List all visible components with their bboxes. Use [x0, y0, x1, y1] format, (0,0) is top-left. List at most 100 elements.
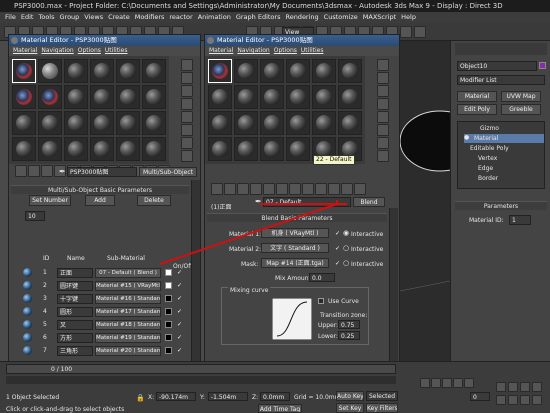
row-color-swatch[interactable] [165, 321, 172, 328]
timeline-ruler[interactable] [6, 376, 396, 384]
modifier-list-dropdown[interactable]: Modifier List [457, 75, 545, 85]
menu-maxscript[interactable]: MAXScript [363, 13, 396, 21]
viewport-nav-icon[interactable] [508, 395, 518, 405]
viewport-nav-icon[interactable] [508, 382, 518, 392]
side-tool-icon[interactable] [181, 59, 193, 71]
sample-slot[interactable] [142, 85, 166, 109]
set-number-button[interactable]: Set Number [29, 195, 71, 206]
material-name-field-left[interactable]: PSP3000贴图 [67, 167, 137, 177]
stack-item-border[interactable]: Border [478, 175, 498, 182]
row-name-field[interactable]: 叉 [57, 320, 93, 330]
menu-navigation[interactable]: Navigation [237, 47, 269, 54]
sample-slot[interactable] [38, 111, 62, 135]
viewport-nav-icon[interactable] [496, 395, 506, 405]
material-type-button-right[interactable]: Blend [353, 197, 385, 207]
bottom-tool-icon[interactable] [15, 165, 27, 177]
sample-slot[interactable] [64, 111, 88, 135]
row-sub-material-button[interactable]: Material #20 ( Standard ) [95, 346, 161, 356]
row-onoff-checkbox[interactable]: ✓ [177, 335, 183, 341]
sample-slot[interactable] [338, 111, 362, 135]
viewport-nav-icon[interactable] [520, 395, 530, 405]
material-type-button-left[interactable]: Multi/Sub-Object [139, 167, 197, 177]
side-tool-icon[interactable] [181, 124, 193, 136]
menu-group[interactable]: Group [60, 13, 80, 21]
material-preview-icon[interactable] [23, 294, 32, 303]
sample-slot[interactable] [116, 59, 140, 83]
toolbar-tool-icon[interactable] [414, 26, 426, 38]
bottom-tool-icon[interactable] [328, 183, 340, 195]
row-name-field[interactable]: 正面 [57, 268, 93, 278]
row-sub-material-button[interactable]: Material #15 ( VRayMtl ) [95, 281, 161, 291]
row-sub-material-button[interactable]: Material #17 ( Standard ) [95, 307, 161, 317]
bottom-tool-icon[interactable] [211, 183, 223, 195]
bottom-tool-icon[interactable] [276, 183, 288, 195]
stack-item-edge[interactable]: Edge [478, 165, 493, 172]
sample-slot[interactable] [12, 85, 36, 109]
light-bulb-icon[interactable]: ● [464, 134, 469, 141]
menu-options[interactable]: Options [274, 47, 297, 54]
sample-slot[interactable] [38, 85, 62, 109]
material-1-checkbox[interactable]: ✓ [335, 231, 341, 237]
row-name-field[interactable]: 圆环键 [57, 281, 93, 291]
sample-slot[interactable] [12, 137, 36, 161]
modifier-stack[interactable]: Gizmo ● Material Editable Poly Vertex Ed… [457, 121, 545, 189]
sample-slot[interactable] [64, 85, 88, 109]
viewport-nav-icon[interactable] [520, 382, 530, 392]
side-tool-icon[interactable] [377, 59, 389, 71]
material-modifier-button[interactable]: Material [457, 91, 497, 102]
menu-create[interactable]: Create [108, 13, 130, 21]
menu-graph-editors[interactable]: Graph Editors [236, 13, 281, 21]
row-onoff-checkbox[interactable]: ✓ [177, 348, 183, 354]
radio-icon[interactable]: ○ [343, 259, 349, 267]
set-key-button[interactable]: Set Key [336, 403, 364, 413]
bottom-tool-icon[interactable] [41, 165, 53, 177]
stack-item-material[interactable]: Material [474, 135, 498, 142]
row-name-field[interactable]: 三角形 [57, 346, 93, 356]
menu-tools[interactable]: Tools [38, 13, 54, 21]
side-tool-icon[interactable] [377, 72, 389, 84]
side-tool-icon[interactable] [181, 111, 193, 123]
auto-key-button[interactable]: Auto Key [336, 391, 364, 401]
bottom-tool-icon[interactable] [354, 183, 366, 195]
sample-slot[interactable] [64, 137, 88, 161]
material-name-field-right[interactable]: 07 - Default [263, 197, 351, 207]
side-tool-icon[interactable] [181, 150, 193, 162]
set-number-field[interactable]: 10 [25, 211, 45, 221]
stack-item-gizmo[interactable]: Gizmo [480, 125, 499, 132]
sample-slot[interactable] [286, 111, 310, 135]
side-tool-icon[interactable] [181, 137, 193, 149]
row-onoff-checkbox[interactable]: ✓ [177, 270, 183, 276]
selected-dropdown[interactable]: Selected [366, 391, 398, 401]
current-frame-field[interactable]: 0 [470, 392, 490, 401]
row-onoff-checkbox[interactable]: ✓ [177, 322, 183, 328]
toolbar-tool-icon[interactable] [400, 26, 412, 38]
time-slider[interactable]: 0 / 100 [6, 364, 396, 374]
side-tool-icon[interactable] [181, 85, 193, 97]
lower-field[interactable]: 0.25 [338, 331, 360, 340]
sample-slot[interactable] [338, 59, 362, 83]
material-2-button[interactable]: 文字 ( Standard ) [261, 243, 329, 253]
sample-slot[interactable] [142, 111, 166, 135]
sample-slot[interactable] [90, 137, 114, 161]
sample-slot[interactable] [260, 111, 284, 135]
side-tool-icon[interactable] [181, 98, 193, 110]
sample-slot[interactable] [142, 59, 166, 83]
side-tool-icon[interactable] [377, 85, 389, 97]
scrollbar-left[interactable] [191, 180, 200, 362]
row-name-field[interactable]: 方形 [57, 333, 93, 343]
bottom-tool-icon[interactable] [263, 183, 275, 195]
sample-slot[interactable] [338, 85, 362, 109]
sample-slot[interactable] [286, 137, 310, 161]
menu-animation[interactable]: Animation [198, 13, 231, 21]
playback-button[interactable] [420, 378, 430, 388]
row-sub-material-button[interactable]: Material #18 ( Standard ) [95, 320, 161, 330]
eyedropper-icon[interactable]: ✒ [59, 167, 66, 176]
playback-button[interactable] [453, 378, 463, 388]
row-color-swatch[interactable] [165, 308, 172, 315]
lock-icon[interactable]: 🔒 [136, 394, 145, 402]
object-name-field[interactable]: Object10 [457, 61, 537, 71]
viewport[interactable] [399, 41, 481, 361]
menu-file[interactable]: File [5, 13, 16, 21]
bottom-tool-icon[interactable] [289, 183, 301, 195]
menu-material[interactable]: Material [209, 47, 233, 54]
